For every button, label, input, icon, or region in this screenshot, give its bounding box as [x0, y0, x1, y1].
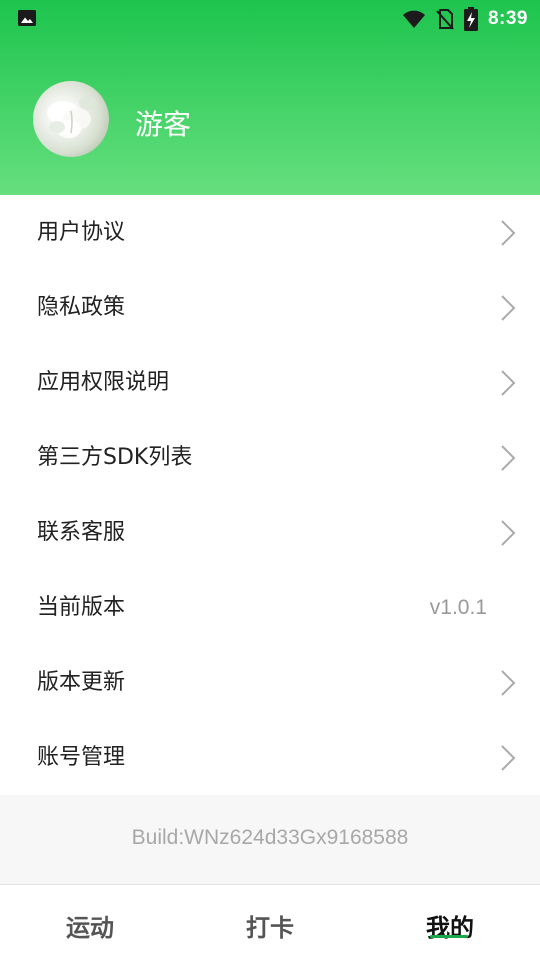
menu-item-label: 当前版本	[37, 595, 126, 620]
profile-header: 8:39 游客	[0, 0, 540, 195]
chevron-right-icon	[501, 520, 516, 546]
menu-item-user-agreement[interactable]: 用户协议	[0, 195, 540, 270]
status-time: 8:39	[487, 8, 528, 29]
chevron-right-icon	[501, 295, 516, 321]
settings-menu: 用户协议 隐私政策 应用权限说明 第三方SDK列表 联系客服 当前版本 v1.0…	[0, 195, 540, 795]
avatar[interactable]	[33, 81, 109, 157]
chevron-right-icon	[501, 370, 516, 396]
tab-label: 我的	[426, 914, 474, 942]
menu-item-label: 隐私政策	[37, 295, 126, 320]
menu-item-app-permissions[interactable]: 应用权限说明	[0, 345, 540, 420]
avatar-flower-image	[47, 96, 97, 138]
chevron-right-icon	[501, 445, 516, 471]
battery-charging-icon	[463, 7, 478, 31]
menu-item-privacy-policy[interactable]: 隐私政策	[0, 270, 540, 345]
active-tab-indicator	[430, 935, 468, 938]
version-value: v1.0.1	[429, 596, 487, 619]
tab-label: 打卡	[246, 914, 294, 942]
username: 游客	[135, 108, 192, 141]
menu-item-label: 第三方SDK列表	[37, 445, 193, 470]
chevron-right-icon	[501, 670, 516, 696]
bottom-tab-bar: 运动 打卡 我的	[0, 884, 540, 960]
tab-mine[interactable]: 我的	[360, 885, 540, 961]
menu-item-label: 联系客服	[37, 520, 126, 545]
menu-item-label: 应用权限说明	[37, 370, 170, 395]
status-bar: 8:39	[0, 0, 540, 38]
menu-item-label: 账号管理	[37, 745, 126, 770]
build-info-area: Build:WNz624d33Gx9168588	[0, 795, 540, 884]
menu-item-third-party-sdk[interactable]: 第三方SDK列表	[0, 420, 540, 495]
menu-item-label: 版本更新	[37, 670, 126, 695]
tab-sports[interactable]: 运动	[0, 885, 180, 961]
menu-item-current-version: 当前版本 v1.0.1	[0, 570, 540, 645]
wifi-icon	[402, 10, 425, 28]
tab-label: 运动	[66, 914, 114, 942]
menu-item-account-management[interactable]: 账号管理	[0, 720, 540, 795]
no-sim-icon	[436, 9, 454, 30]
menu-item-label: 用户协议	[37, 220, 126, 245]
chevron-right-icon	[501, 220, 516, 246]
chevron-right-icon	[501, 745, 516, 771]
build-info-text: Build:WNz624d33Gx9168588	[131, 826, 409, 849]
image-icon	[18, 10, 36, 26]
tab-checkin[interactable]: 打卡	[180, 885, 360, 961]
menu-item-version-update[interactable]: 版本更新	[0, 645, 540, 720]
menu-item-contact-support[interactable]: 联系客服	[0, 495, 540, 570]
